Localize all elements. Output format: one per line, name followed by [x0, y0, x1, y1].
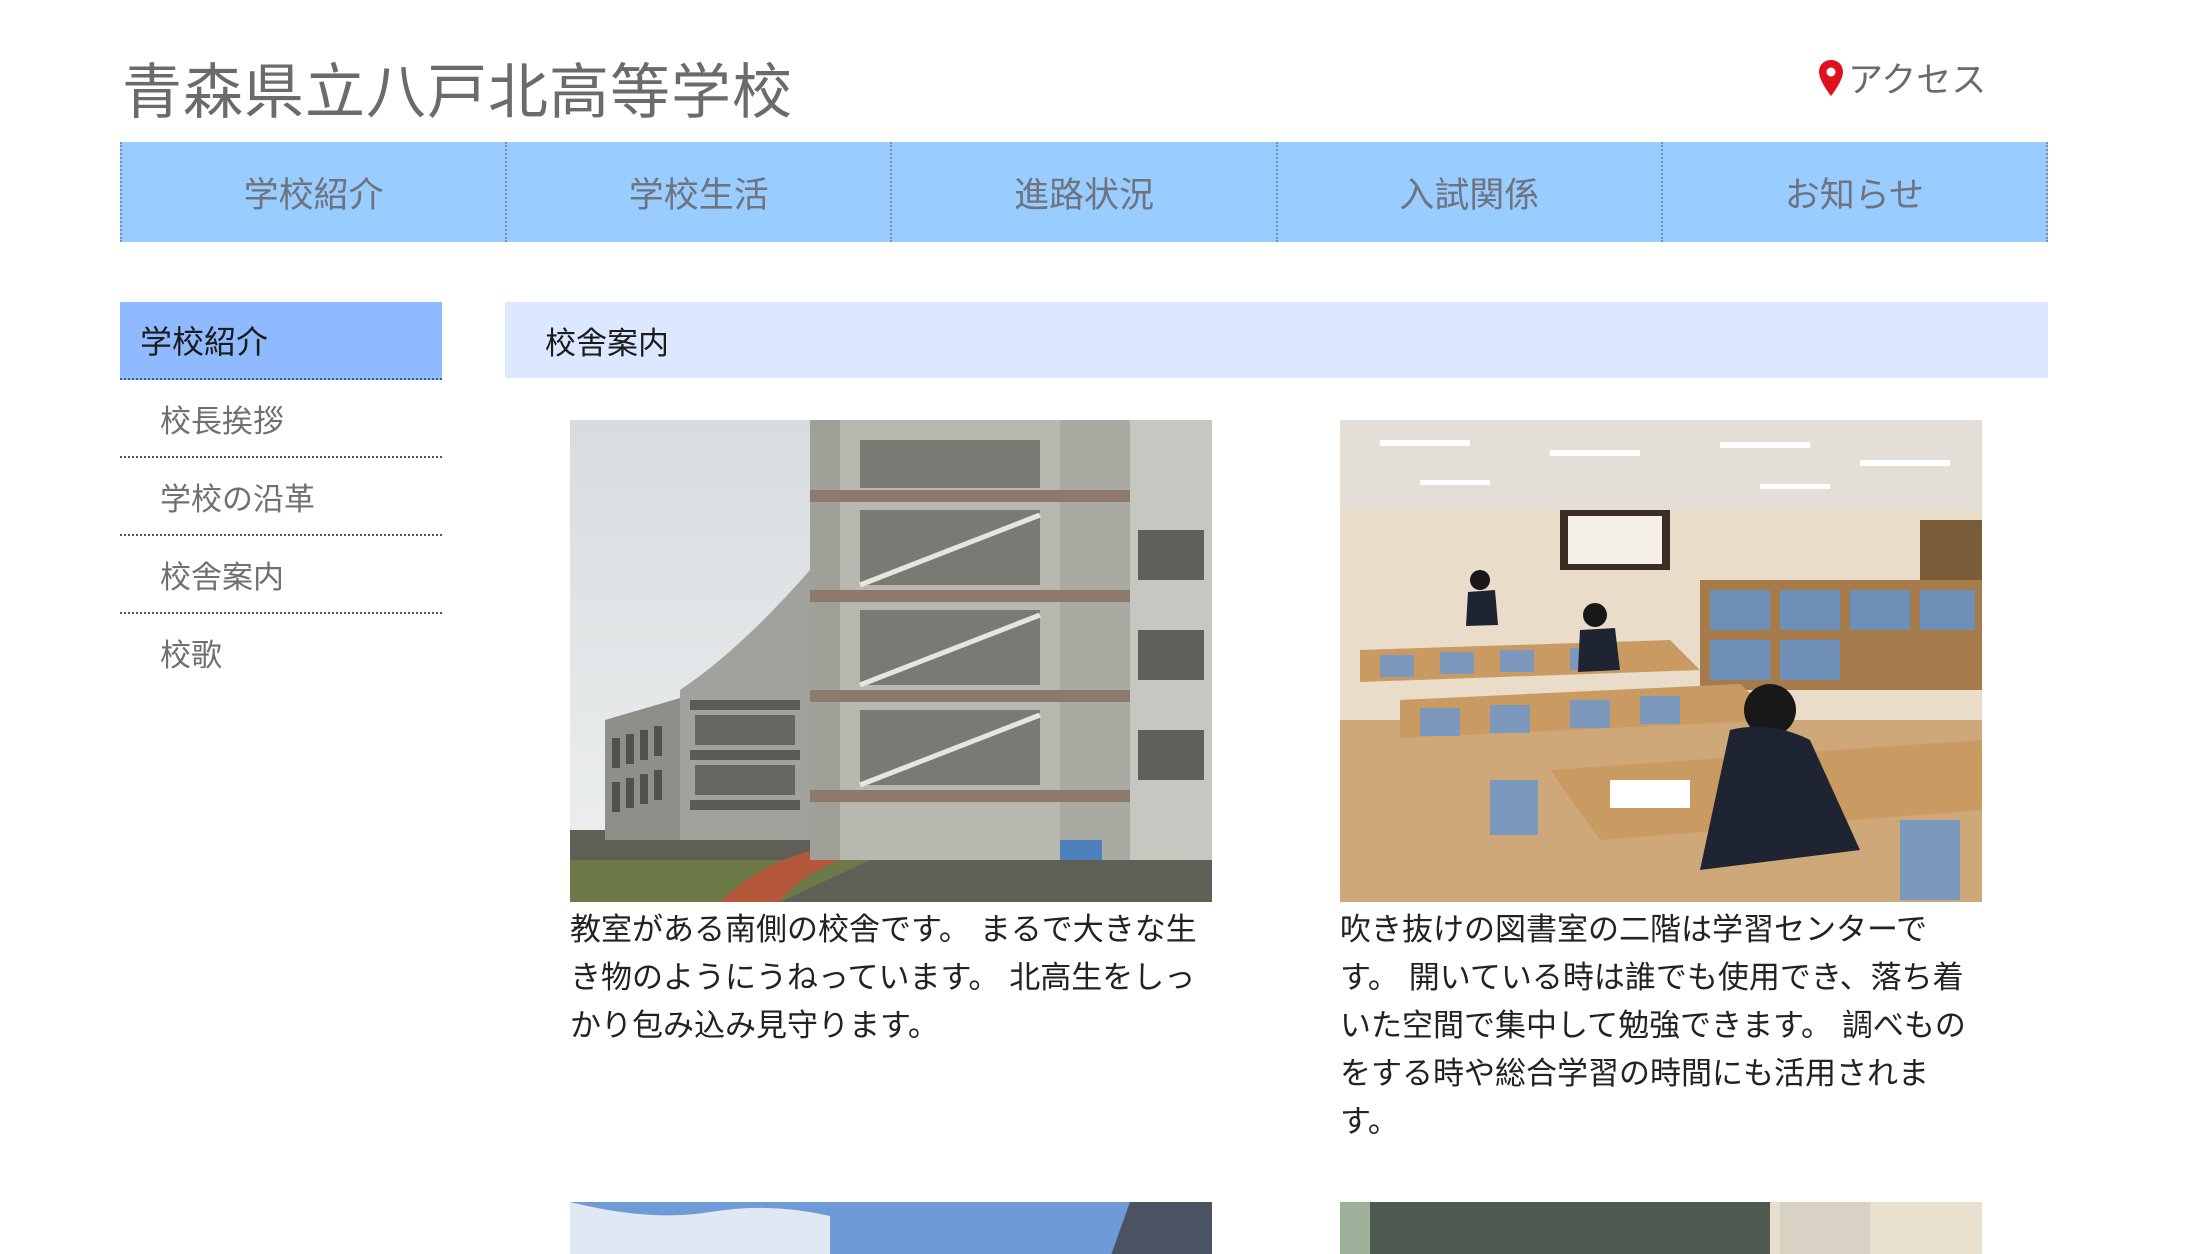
photo-partial-right: [1340, 1202, 1982, 1254]
photo-partial-left: [570, 1202, 1212, 1254]
nav-item-news[interactable]: お知らせ: [1663, 142, 2046, 242]
side-item-history[interactable]: 学校の沿革: [120, 458, 442, 536]
photo-card-library: 吹き抜けの図書室の二階は学習センターです。 開いている時は誰でも使用でき、落ち着…: [1340, 420, 1982, 1146]
side-menu-heading[interactable]: 学校紹介: [120, 302, 442, 380]
photo-caption-library: 吹き抜けの図書室の二階は学習センターです。 開いている時は誰でも使用でき、落ち着…: [1340, 912, 1966, 1140]
classroom-photo-partial-right: [1340, 1202, 1982, 1254]
nav-item-admissions[interactable]: 入試関係: [1278, 142, 1663, 242]
side-item-campus-guide[interactable]: 校舎案内: [120, 536, 442, 614]
side-item-school-song[interactable]: 校歌: [120, 614, 442, 690]
page: 青森県立八戸北高等学校 アクセス 学校紹介 学校生活 進路状況 入試関係 お知ら…: [0, 0, 2188, 1254]
side-item-principal-greeting[interactable]: 校長挨拶: [120, 380, 442, 458]
site-title[interactable]: 青森県立八戸北高等学校: [122, 44, 793, 131]
photo-card-building: 教室がある南側の校舎です。 まるで大きな生き物のようにうねっています。 北高生を…: [570, 420, 1212, 1050]
access-link[interactable]: アクセス: [1818, 52, 1986, 103]
global-nav: 学校紹介 学校生活 進路状況 入試関係 お知らせ: [120, 142, 2048, 242]
library-study-center-photo: [1340, 420, 1982, 902]
nav-item-career[interactable]: 進路状況: [892, 142, 1278, 242]
nav-item-school-life[interactable]: 学校生活: [507, 142, 893, 242]
campus-photo-partial-left: [570, 1202, 1212, 1254]
section-title: 校舎案内: [505, 302, 2048, 378]
side-menu: 学校紹介 校長挨拶 学校の沿革 校舎案内 校歌: [120, 302, 442, 690]
map-pin-icon: [1819, 59, 1843, 96]
photo-caption-building: 教室がある南側の校舎です。 まるで大きな生き物のようにうねっています。 北高生を…: [570, 912, 1197, 1044]
school-building-photo: [570, 420, 1212, 902]
nav-item-school-intro[interactable]: 学校紹介: [122, 142, 508, 242]
access-label: アクセス: [1848, 61, 1987, 101]
